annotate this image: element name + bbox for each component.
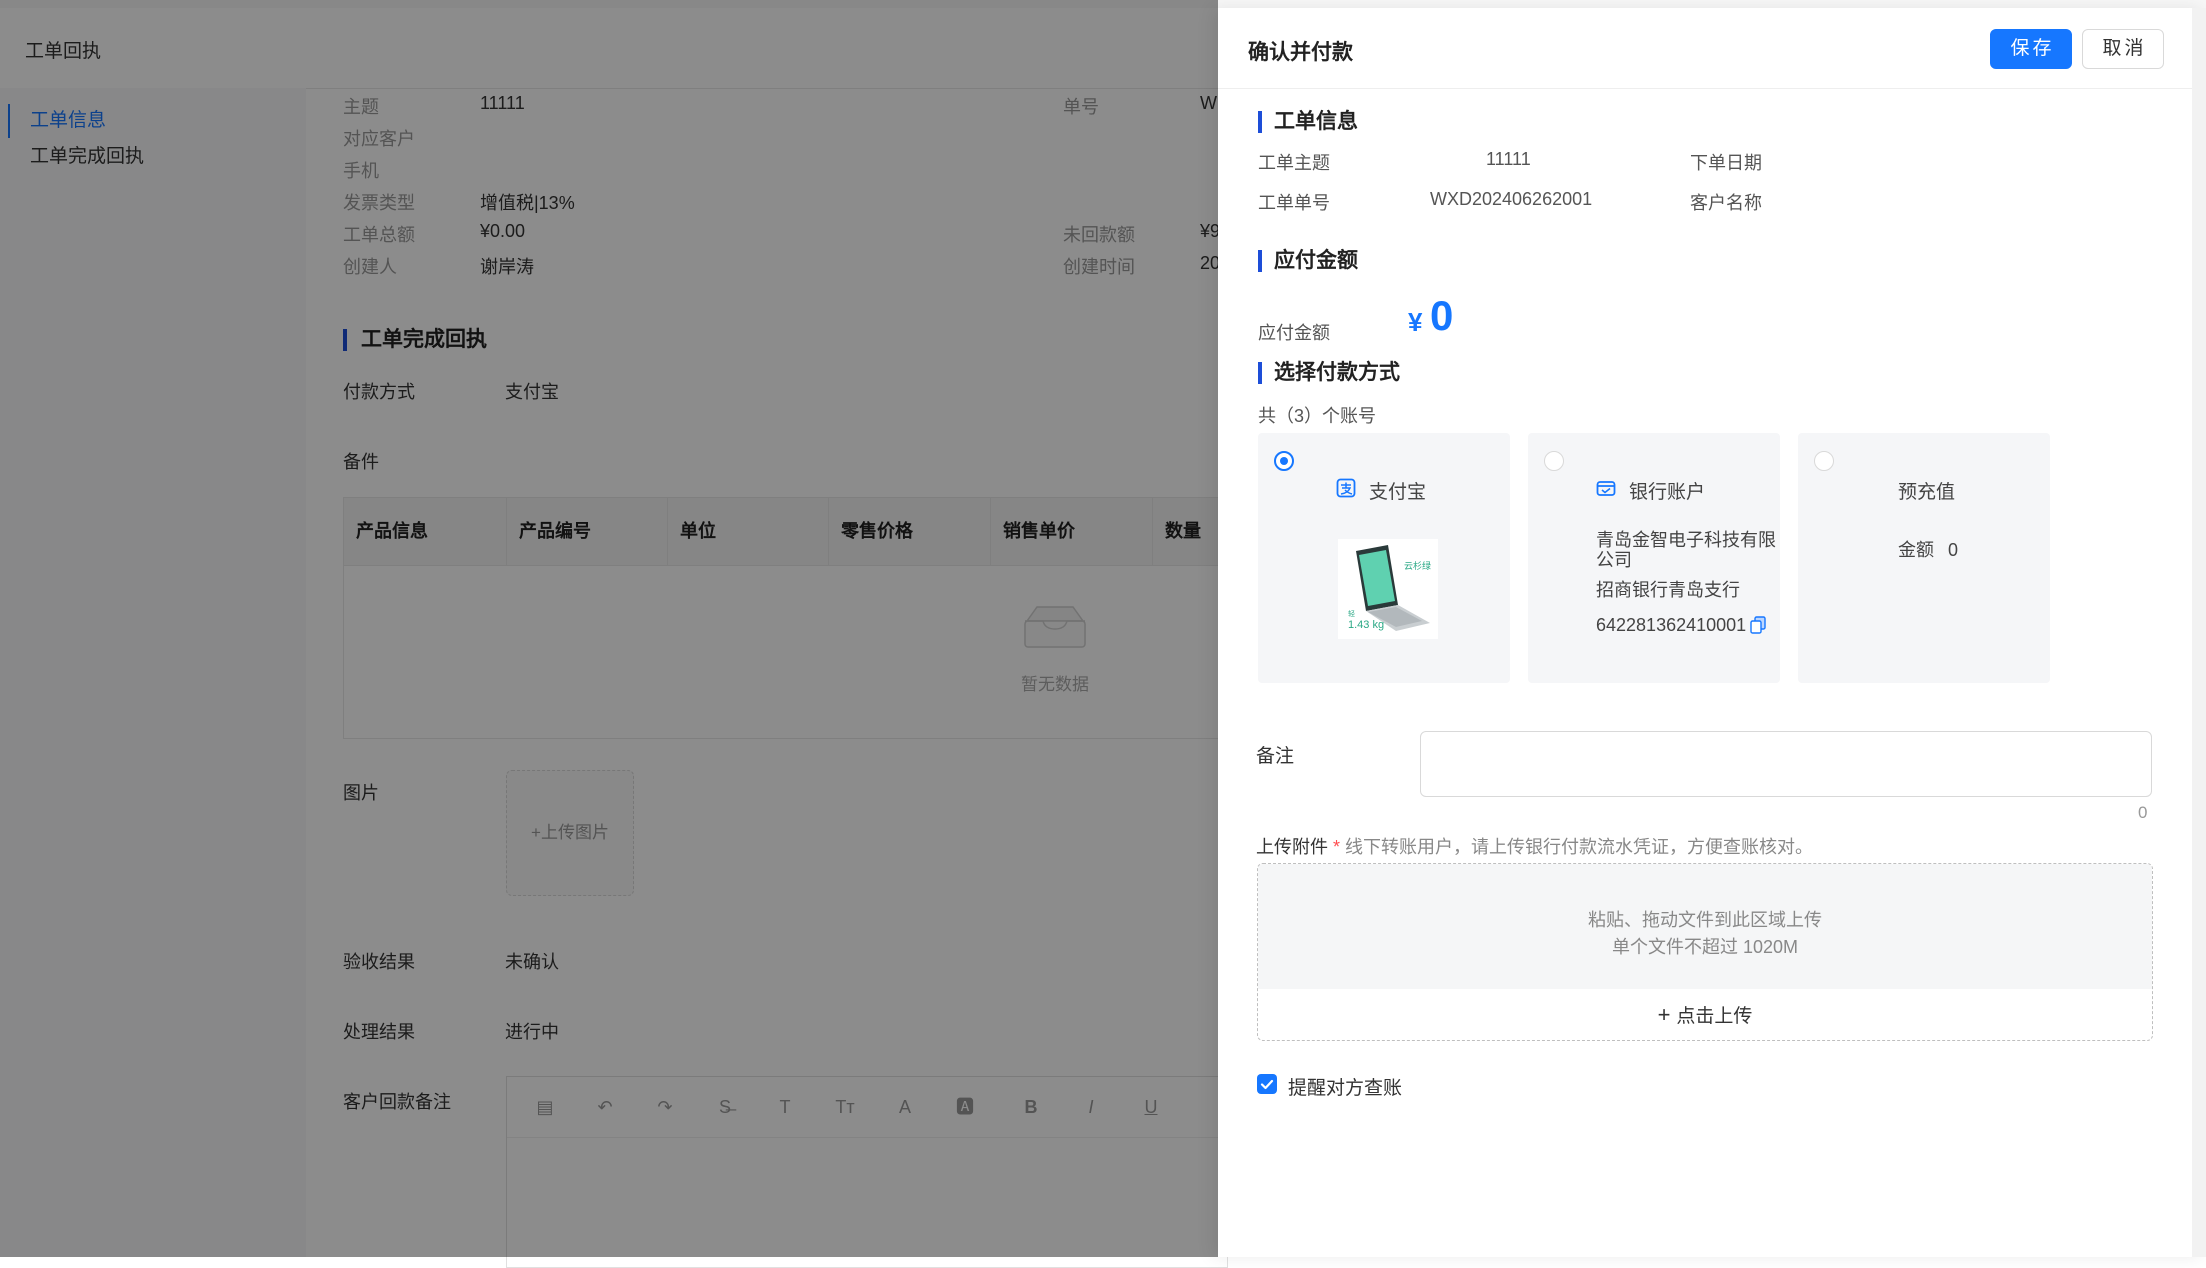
remark-char-count: 0 [2138,803,2148,822]
order-date-label: 下单日期 [1690,153,1762,173]
alipay-name: 支付宝 [1369,482,1427,503]
drawer-title: 确认并付款 [1248,41,1353,64]
alipay-icon [1336,478,1356,498]
check-icon [1260,1079,1274,1090]
qr-caption-small: 轻 [1348,611,1355,618]
bank-branch: 招商银行青岛支行 [1596,580,1740,600]
dropzone-size-limit: 单个文件不超过 1020M [1611,937,1799,957]
bank-card-icon [1596,481,1616,496]
amount-value: 0 [1430,292,1454,339]
payment-card-prepaid[interactable]: 预充值 金额 0 [1798,433,2050,683]
qr-weight: 1.43 kg [1348,619,1385,631]
upload-attachment-label: 上传附件 * 线下转账用户，请上传银行付款流水凭证，方便查账核对。 [1256,833,1813,859]
upload-hint: 线下转账用户，请上传银行付款流水凭证，方便查账核对。 [1345,837,1814,857]
customer-name-label: 客户名称 [1690,193,1762,213]
payment-card-alipay[interactable]: 支付宝 云杉绿 轻 1.43 kg [1258,433,1510,683]
radio-bank[interactable] [1544,451,1564,471]
remark-textarea[interactable] [1420,731,2152,797]
copy-icon[interactable] [1750,616,1766,634]
prepaid-balance-value: 0 [1948,540,1959,560]
upload-label-text: 上传附件 [1256,837,1328,857]
amount-currency: ¥ [1408,307,1423,337]
remark-label: 备注 [1256,746,1295,767]
order-subject-value: 11111 [1486,149,1531,169]
plus-icon: + [1657,1002,1671,1027]
prepaid-balance-label: 金额 [1898,540,1934,560]
payment-card-bank[interactable]: 银行账户 青岛金智电子科技有限 公司 招商银行青岛支行 642281362410… [1528,433,1780,683]
prepaid-name: 预充值 [1898,482,1956,503]
dropzone-area[interactable]: 粘贴、拖动文件到此区域上传 单个文件不超过 1020M [1258,864,2152,989]
notify-checkbox[interactable] [1257,1074,1277,1094]
cancel-button[interactable]: 取消 [2082,29,2164,69]
alipay-qr-image: 云杉绿 轻 1.43 kg [1338,539,1438,639]
click-upload-label: 点击上传 [1676,1006,1753,1027]
dropzone-instruction: 粘贴、拖动文件到此区域上传 [1588,910,1822,930]
click-upload-button[interactable]: + 点击上传 [1258,989,2152,1040]
section-title-payment-method: 选择付款方式 [1258,362,1400,384]
order-no-value: WXD202406262001 [1430,189,1593,209]
account-count-text: 共（3）个账号 [1258,406,1377,426]
bank-name-title: 银行账户 [1629,482,1706,503]
radio-prepaid[interactable] [1814,451,1834,471]
bank-company-line1: 青岛金智电子科技有限 [1596,530,1776,550]
notify-label[interactable]: 提醒对方查账 [1288,1073,1402,1100]
upload-dropzone[interactable]: 粘贴、拖动文件到此区域上传 单个文件不超过 1020M + 点击上传 [1257,863,2153,1041]
required-mark: * [1333,837,1341,857]
section-title-amount: 应付金额 [1258,250,1358,272]
save-button[interactable]: 保存 [1990,29,2072,69]
drawer-header: 确认并付款 保存 取消 [1218,8,2192,89]
radio-alipay[interactable] [1274,451,1294,471]
modal-mask[interactable] [0,0,1218,1257]
qr-caption: 云杉绿 [1404,561,1432,571]
section-title-order-info: 工单信息 [1258,111,1358,133]
bank-account-no: 642281362410001 [1596,615,1747,635]
bank-company-line2: 公司 [1596,550,1632,570]
drawer-scrollbar[interactable] [2192,8,2206,1257]
amount-label: 应付金额 [1258,323,1330,343]
order-no-label: 工单单号 [1258,193,1330,213]
order-subject-label: 工单主题 [1258,153,1330,173]
